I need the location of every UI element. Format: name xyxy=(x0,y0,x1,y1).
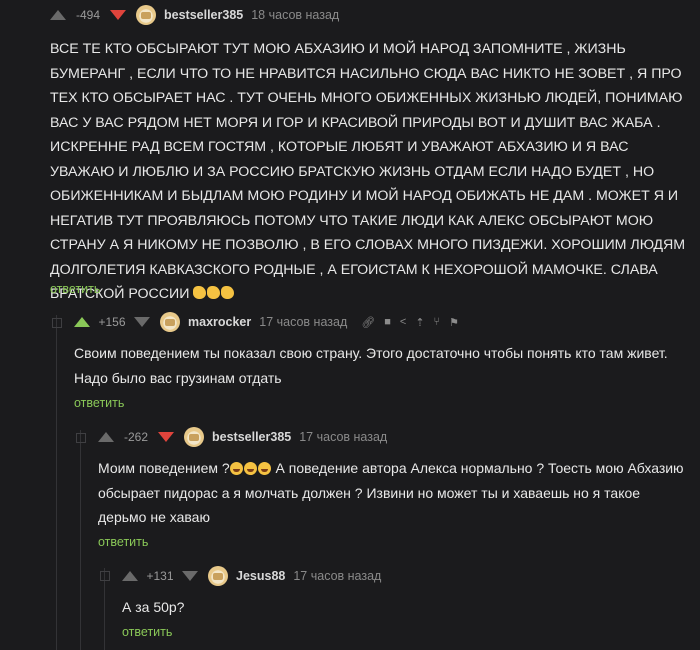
comment-text: А за 50р? xyxy=(122,599,185,615)
avatar[interactable] xyxy=(184,427,204,447)
comment: +131 Jesus88 17 часов назад А за 50р? от… xyxy=(0,560,700,650)
report-flag-icon[interactable]: ⚑ xyxy=(449,316,459,329)
comment-tools: 🔗︎ ■ < ⇡ ⑂ ⚑ xyxy=(361,316,459,329)
comment-text: Своим поведением ты показал свою страну.… xyxy=(74,345,668,386)
comment-header: -262 bestseller385 17 часов назад xyxy=(98,423,387,451)
comment-score: +156 xyxy=(98,315,126,329)
avatar[interactable] xyxy=(160,312,180,332)
comment-time[interactable]: 17 часов назад xyxy=(293,569,381,583)
reply-link[interactable]: ответить xyxy=(50,282,100,296)
avatar[interactable] xyxy=(136,5,156,25)
joy-emoji-icon xyxy=(229,460,272,476)
comment-text: ВСЕ ТЕ КТО ОБСЫРАЮТ ТУТ МОЮ АБХАЗИЮ И МО… xyxy=(50,37,690,307)
comment-header: -494 bestseller385 18 часов назад xyxy=(50,1,339,29)
parent-comment-icon[interactable]: ⇡ xyxy=(415,316,424,329)
save-icon[interactable]: ■ xyxy=(384,316,391,328)
downvote-button[interactable] xyxy=(134,317,150,327)
comment-text-part: Моим поведением ? xyxy=(98,460,230,476)
reply-link[interactable]: ответить xyxy=(122,625,172,639)
link-icon[interactable]: 🔗︎ xyxy=(361,316,375,329)
comment-score: -262 xyxy=(123,430,149,444)
comment-time[interactable]: 17 часов назад xyxy=(299,430,387,444)
comment-header: +131 Jesus88 17 часов назад xyxy=(122,562,381,590)
username[interactable]: bestseller385 xyxy=(164,8,243,22)
downvote-button[interactable] xyxy=(158,432,174,442)
comment-text-content: ВСЕ ТЕ КТО ОБСЫРАЮТ ТУТ МОЮ АБХАЗИЮ И МО… xyxy=(50,41,686,302)
username[interactable]: Jesus88 xyxy=(236,569,285,583)
comment: +156 maxrocker 17 часов назад 🔗︎ ■ < ⇡ ⑂… xyxy=(0,300,700,420)
comment-score: +131 xyxy=(146,569,174,583)
comment-header: +156 maxrocker 17 часов назад 🔗︎ ■ < ⇡ ⑂… xyxy=(74,308,459,336)
branch-icon[interactable]: ⑂ xyxy=(434,316,441,328)
username[interactable]: maxrocker xyxy=(188,315,251,329)
upvote-button[interactable] xyxy=(98,432,114,442)
comment-time[interactable]: 18 часов назад xyxy=(251,8,339,22)
downvote-button[interactable] xyxy=(110,10,126,20)
upvote-button[interactable] xyxy=(74,317,90,327)
comment: -262 bestseller385 17 часов назад Моим п… xyxy=(0,420,700,560)
reply-link[interactable]: ответить xyxy=(74,396,124,410)
comment-time[interactable]: 17 часов назад xyxy=(259,315,347,329)
avatar[interactable] xyxy=(208,566,228,586)
share-icon[interactable]: < xyxy=(400,316,406,328)
username[interactable]: bestseller385 xyxy=(212,430,291,444)
comment: -494 bestseller385 18 часов назад ВСЕ ТЕ… xyxy=(0,0,700,302)
upvote-button[interactable] xyxy=(122,571,138,581)
downvote-button[interactable] xyxy=(182,571,198,581)
reply-link[interactable]: ответить xyxy=(98,535,148,549)
upvote-button[interactable] xyxy=(50,10,66,20)
comment-score: -494 xyxy=(75,8,101,22)
comment-text: Моим поведением ? А поведение автора Але… xyxy=(98,456,688,530)
